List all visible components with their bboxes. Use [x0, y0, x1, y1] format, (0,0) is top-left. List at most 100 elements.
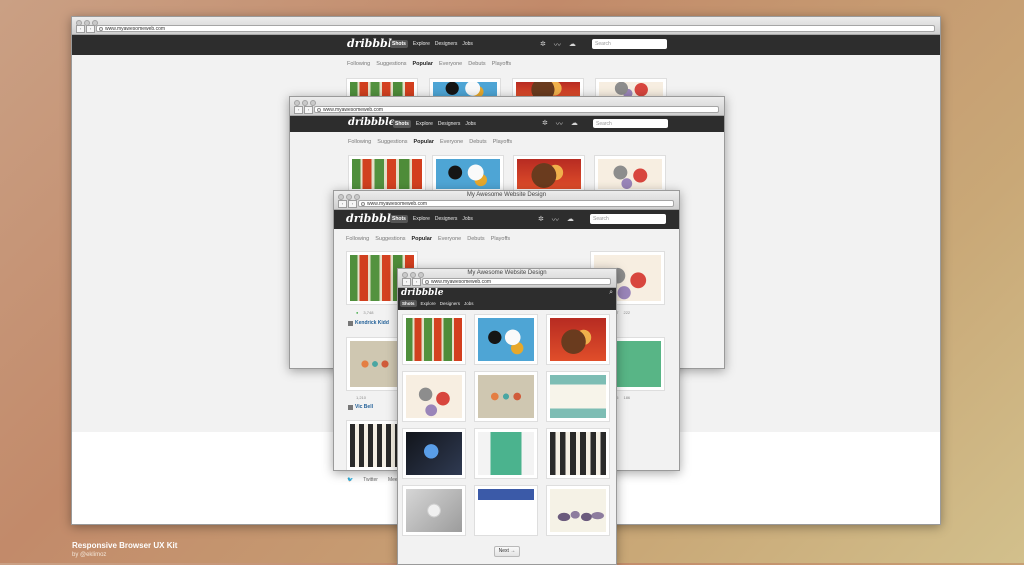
nav-explore[interactable]: Explore [421, 301, 436, 306]
shot-thumbnail[interactable] [403, 486, 465, 535]
dribbble-nav-bar: dribbble ⌕ Shots Explore Designers Jobs [398, 288, 616, 310]
filter-playoffs[interactable]: Playoffs [492, 61, 511, 67]
search-input[interactable]: Search [593, 119, 668, 128]
search-icon[interactable]: ⌕ [609, 289, 613, 297]
shot-thumbnail[interactable] [547, 486, 609, 535]
forward-icon[interactable]: › [348, 200, 357, 208]
address-bar[interactable]: www.myawesomeweb.com [96, 25, 935, 32]
activity-icon[interactable]: 〰 [552, 215, 559, 225]
nav-jobs[interactable]: Jobs [462, 216, 473, 222]
nav-jobs[interactable]: Jobs [465, 121, 476, 127]
nav-explore[interactable]: Explore [416, 121, 433, 127]
history-buttons[interactable]: ‹ › [294, 106, 313, 114]
player-link[interactable]: Vic Bell [348, 404, 373, 410]
history-buttons[interactable]: ‹ › [338, 200, 357, 208]
forward-icon[interactable]: › [412, 278, 421, 286]
shot-thumbnail[interactable] [475, 486, 537, 535]
dribbble-logo[interactable]: dribbble [348, 117, 395, 128]
filter-popular[interactable]: Popular [412, 236, 432, 242]
cloud-icon[interactable]: ☁ [567, 215, 574, 225]
ball-icon[interactable]: ✲ [542, 119, 548, 129]
address-bar[interactable]: www.myawesomeweb.com [422, 278, 611, 285]
shot-thumbnail[interactable] [433, 156, 503, 192]
ball-icon[interactable]: ✲ [540, 40, 546, 50]
shot-thumbnail[interactable] [403, 372, 465, 421]
shot-thumbnail[interactable] [347, 338, 403, 390]
back-icon[interactable]: ‹ [402, 278, 411, 286]
nav-shots[interactable]: Shots [390, 215, 408, 223]
address-bar[interactable]: www.myawesomeweb.com [358, 200, 674, 207]
nav-explore[interactable]: Explore [413, 216, 430, 222]
dribbble-logo[interactable]: dribbble [401, 288, 443, 298]
nav-shots[interactable]: Shots [393, 120, 411, 128]
nav-jobs[interactable]: Jobs [464, 301, 474, 306]
forward-icon[interactable]: › [304, 106, 313, 114]
filter-debuts[interactable]: Debuts [468, 61, 485, 67]
nav-designers[interactable]: Designers [440, 301, 460, 306]
utility-icons: ✲ 〰 ☁ [538, 215, 574, 225]
filter-everyone[interactable]: Everyone [439, 61, 462, 67]
nav-shots[interactable]: Shots [390, 40, 408, 48]
filter-suggestions[interactable]: Suggestions [377, 139, 407, 145]
shot-thumbnail[interactable] [475, 429, 537, 478]
filter-playoffs[interactable]: Playoffs [493, 139, 512, 145]
shot-thumbnail[interactable] [547, 429, 609, 478]
filter-everyone[interactable]: Everyone [438, 236, 461, 242]
nav-jobs[interactable]: Jobs [462, 41, 473, 47]
search-input[interactable]: Search [590, 214, 666, 224]
back-icon[interactable]: ‹ [294, 106, 303, 114]
heart-icon: 222 [623, 310, 631, 315]
footer-twitter[interactable]: Twitter [363, 477, 378, 483]
window-toolbar: My Awesome Website Design ‹ › www.myaweso… [398, 269, 616, 288]
shot-thumbnail[interactable] [475, 372, 537, 421]
nav-designers[interactable]: Designers [438, 121, 461, 127]
shot-thumbnail[interactable] [547, 372, 609, 421]
cloud-icon[interactable]: ☁ [569, 40, 576, 50]
filter-tabs: Following Suggestions Popular Everyone D… [346, 236, 510, 242]
forward-icon[interactable]: › [86, 25, 95, 33]
filter-suggestions[interactable]: Suggestions [376, 61, 406, 67]
window-toolbar: ‹ › www.myawesomeweb.com [290, 97, 724, 116]
filter-popular[interactable]: Popular [414, 139, 434, 145]
filter-following[interactable]: Following [348, 139, 371, 145]
search-input[interactable]: Search [592, 39, 667, 49]
filter-following[interactable]: Following [347, 61, 370, 67]
shot-thumbnail[interactable] [547, 315, 609, 364]
filter-tabs: Following Suggestions Popular Everyone D… [348, 139, 512, 145]
shot-thumbnail[interactable] [403, 429, 465, 478]
back-icon[interactable]: ‹ [76, 25, 85, 33]
filter-popular[interactable]: Popular [413, 61, 433, 67]
shot-thumbnail[interactable] [475, 315, 537, 364]
dribbble-nav-bar: dribbble Shots Explore Designers Jobs ✲ 〰… [334, 210, 679, 229]
next-page-button[interactable]: Next → [494, 546, 520, 557]
shot-thumbnail[interactable] [347, 421, 403, 470]
shot-thumbnail[interactable] [403, 315, 465, 364]
filter-following[interactable]: Following [346, 236, 369, 242]
filter-playoffs[interactable]: Playoffs [491, 236, 510, 242]
shot-thumbnail[interactable] [349, 156, 425, 192]
avatar-icon [348, 320, 353, 326]
nav-designers[interactable]: Designers [435, 216, 458, 222]
window-toolbar: ‹ › www.myawesomeweb.com [72, 17, 940, 35]
history-buttons[interactable]: ‹ › [76, 25, 95, 33]
nav-shots[interactable]: Shots [400, 300, 417, 307]
cloud-icon[interactable]: ☁ [571, 119, 578, 129]
address-bar[interactable]: www.myawesomeweb.com [314, 106, 719, 113]
nav-designers[interactable]: Designers [435, 41, 458, 47]
nav-explore[interactable]: Explore [413, 41, 430, 47]
filter-debuts[interactable]: Debuts [469, 139, 486, 145]
player-link[interactable]: Kendrick Kidd [348, 320, 389, 326]
filter-suggestions[interactable]: Suggestions [375, 236, 405, 242]
avatar-icon [348, 404, 353, 410]
filter-debuts[interactable]: Debuts [467, 236, 484, 242]
shot-thumbnail[interactable] [595, 156, 665, 192]
filter-everyone[interactable]: Everyone [440, 139, 463, 145]
activity-icon[interactable]: 〰 [556, 119, 563, 129]
history-buttons[interactable]: ‹ › [402, 278, 421, 286]
activity-icon[interactable]: 〰 [554, 40, 561, 50]
back-icon[interactable]: ‹ [338, 200, 347, 208]
browser-window-narrow: My Awesome Website Design ‹ › www.myaweso… [397, 268, 617, 565]
ball-icon[interactable]: ✲ [538, 215, 544, 225]
eye-icon: 1,210 [356, 395, 367, 400]
shot-thumbnail[interactable] [514, 156, 584, 192]
